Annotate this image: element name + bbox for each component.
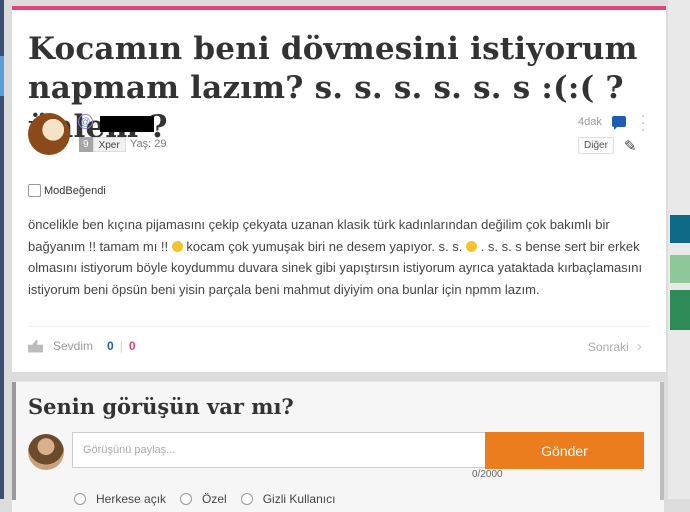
option-private-label: Özel [202,492,227,506]
mod-liked-checkbox[interactable] [28,184,41,197]
author-avatar[interactable] [28,113,70,155]
option-public-label: Herkese açık [96,492,167,506]
next-label: Sonraki [588,340,629,354]
left-edge-strip-accent [0,56,4,96]
comment-input[interactable] [72,432,507,468]
comment-card-left-edge [12,382,16,500]
card-accent-bar [12,6,666,10]
pencil-icon[interactable]: ✎ [624,139,640,155]
more-options-icon[interactable]: · · · [640,108,646,136]
question-card: Kocamın beni dövmesini istiyorum napmam … [12,6,666,372]
like-count: 0 [107,339,114,353]
side-thumb-3[interactable] [670,290,690,330]
author-level-badge: 9 Xper [79,137,126,152]
dislike-count: 0 [128,339,136,353]
current-user-avatar [28,434,64,470]
count-separator: | [119,339,123,353]
visibility-options: Herkese açık Özel Gizli Kullanıcı [74,492,349,506]
question-body: öncelikle ben kıçına pijamasını çekip çe… [28,214,658,300]
mod-liked-label: ModBeğendi [44,184,106,197]
thumbs-up-icon[interactable] [28,339,43,353]
author-age: Yaş: 29 [130,138,167,150]
next-question-link[interactable]: Sonraki › [588,338,643,355]
sad-emoji-icon [466,240,478,252]
radio-private[interactable] [180,493,193,505]
comment-card-right-edge [660,382,664,500]
like-label[interactable]: Sevdim [53,339,93,353]
at-badge-icon: @ [78,114,93,129]
send-button[interactable]: Gönder [485,432,644,469]
category-tag[interactable]: Diğer [578,137,614,154]
divider [28,326,650,327]
sad-emoji-icon [171,240,183,252]
radio-public[interactable] [74,493,86,505]
radio-anonymous[interactable] [240,493,253,505]
author-username-redacted[interactable] [100,116,154,132]
comment-heading: Senin görüşün var mı? [28,394,294,419]
char-counter: 0/2000 [472,469,503,480]
side-thumb-2[interactable] [670,255,690,283]
comment-icon[interactable] [612,116,626,130]
post-time: 4dak [578,116,602,128]
side-thumb-1[interactable] [670,215,690,243]
right-edge-strip [668,0,690,499]
level-rank: Xper [92,137,126,152]
chevron-right-icon: › [636,338,643,355]
option-anonymous-label: Gizli Kullanıcı [262,492,336,506]
comment-card: Senin görüşün var mı? 0/2000 Gönder Herk… [12,381,664,512]
body-part-2: kocam çok yumuşak biri ne desem yapıyor.… [182,238,467,254]
level-number: 9 [79,137,93,152]
mod-liked-option[interactable]: ModBeğendi [28,184,106,197]
left-edge-strip [0,0,4,499]
like-bar: Sevdim 0 | 0 [28,339,136,353]
